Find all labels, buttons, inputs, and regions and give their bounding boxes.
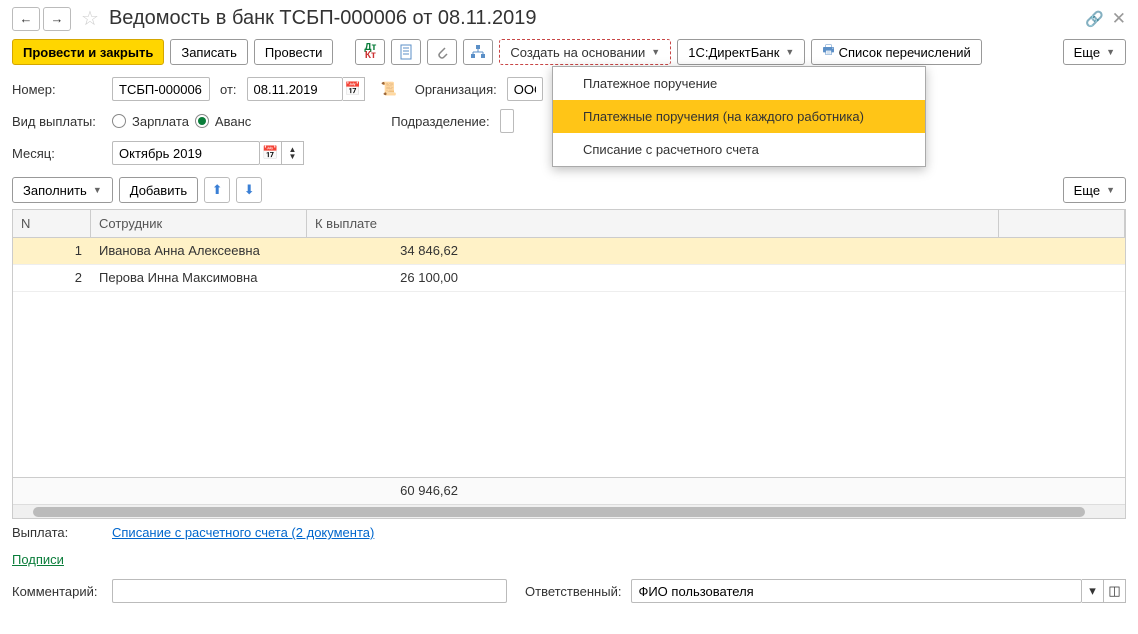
page-title: Ведомость в банк ТСБП-000006 от 08.11.20… bbox=[109, 7, 1079, 30]
scroll-icon[interactable]: 📜 bbox=[381, 81, 397, 97]
list-transfers-button[interactable]: 🖶Список перечислений bbox=[811, 39, 982, 65]
chevron-down-icon: ▼ bbox=[651, 47, 660, 57]
from-label: от: bbox=[220, 82, 237, 97]
org-input[interactable] bbox=[507, 77, 543, 101]
radio-salary-label: Зарплата bbox=[132, 114, 189, 129]
dept-input[interactable] bbox=[500, 109, 514, 133]
menu-bank-withdrawal[interactable]: Списание с расчетного счета bbox=[553, 133, 925, 166]
employees-table: N Сотрудник К выплате 1 Иванова Анна Але… bbox=[12, 209, 1126, 519]
move-up-button[interactable]: ⬆ bbox=[204, 177, 230, 203]
radio-advance[interactable] bbox=[195, 114, 209, 128]
fill-button[interactable]: Заполнить▼ bbox=[12, 177, 113, 203]
date-input[interactable] bbox=[247, 77, 343, 101]
chevron-down-icon: ▼ bbox=[1106, 185, 1115, 195]
calendar-button[interactable]: 📅 bbox=[343, 77, 365, 101]
direct-bank-button[interactable]: 1С:ДиректБанк▼ bbox=[677, 39, 805, 65]
chevron-down-icon: ▼ bbox=[1106, 47, 1115, 57]
structure-button[interactable] bbox=[463, 39, 493, 65]
more-button[interactable]: Еще▼ bbox=[1063, 39, 1126, 65]
number-input[interactable] bbox=[112, 77, 210, 101]
printer-icon: 🖶 bbox=[822, 41, 834, 63]
chevron-down-icon: ▼ bbox=[785, 47, 794, 57]
comment-input[interactable] bbox=[112, 579, 507, 603]
radio-advance-label: Аванс bbox=[215, 114, 251, 129]
col-pay[interactable]: К выплате bbox=[307, 210, 999, 237]
col-spacer bbox=[999, 210, 1125, 237]
org-label: Организация: bbox=[415, 82, 497, 97]
dept-label: Подразделение: bbox=[391, 114, 489, 129]
radio-salary[interactable] bbox=[112, 114, 126, 128]
back-button[interactable]: ← bbox=[12, 7, 40, 31]
add-button[interactable]: Добавить bbox=[119, 177, 198, 203]
forward-button[interactable]: → bbox=[43, 7, 71, 31]
chevron-down-icon: ▼ bbox=[93, 185, 102, 195]
dtkt-button[interactable]: ДтКт bbox=[355, 39, 385, 65]
close-button[interactable]: ✕ bbox=[1112, 9, 1126, 29]
responsible-label: Ответственный: bbox=[525, 584, 621, 599]
create-based-menu: Платежное поручение Платежные поручения … bbox=[552, 66, 926, 167]
number-label: Номер: bbox=[12, 82, 102, 97]
responsible-open-button[interactable]: ◫ bbox=[1104, 579, 1126, 603]
menu-payment-order[interactable]: Платежное поручение bbox=[553, 67, 925, 100]
table-row[interactable]: 2 Перова Инна Максимовна 26 100,00 bbox=[13, 265, 1125, 292]
table-more-button[interactable]: Еще▼ bbox=[1063, 177, 1126, 203]
menu-payment-orders-per-employee[interactable]: Платежные поручения (на каждого работник… bbox=[553, 100, 925, 133]
month-label: Месяц: bbox=[12, 146, 102, 161]
payout-link[interactable]: Списание с расчетного счета (2 документа… bbox=[112, 525, 374, 540]
payout-label: Выплата: bbox=[12, 525, 102, 540]
month-spinner[interactable]: ▲▼ bbox=[282, 141, 304, 165]
document-icon-button[interactable] bbox=[391, 39, 421, 65]
post-button[interactable]: Провести bbox=[254, 39, 334, 65]
comment-label: Комментарий: bbox=[12, 584, 102, 599]
signatures-link[interactable]: Подписи bbox=[12, 552, 64, 567]
responsible-dropdown-button[interactable]: ▾ bbox=[1082, 579, 1104, 603]
create-based-on-button[interactable]: Создать на основании▼ bbox=[499, 39, 671, 65]
save-button[interactable]: Записать bbox=[170, 39, 248, 65]
pay-type-label: Вид выплаты: bbox=[12, 114, 102, 129]
horizontal-scrollbar[interactable] bbox=[13, 504, 1125, 518]
attachment-button[interactable] bbox=[427, 39, 457, 65]
col-employee[interactable]: Сотрудник bbox=[91, 210, 307, 237]
favorite-icon[interactable]: ☆ bbox=[81, 6, 99, 31]
move-down-button[interactable]: ⬇ bbox=[236, 177, 262, 203]
post-and-close-button[interactable]: Провести и закрыть bbox=[12, 39, 164, 65]
month-input[interactable] bbox=[112, 141, 260, 165]
table-row[interactable]: 1 Иванова Анна Алексеевна 34 846,62 bbox=[13, 238, 1125, 265]
col-n[interactable]: N bbox=[13, 210, 91, 237]
month-calendar-button[interactable]: 📅 bbox=[260, 141, 282, 165]
link-icon[interactable]: 🔗 bbox=[1085, 10, 1104, 28]
total-pay: 60 946,62 bbox=[307, 478, 467, 504]
responsible-input[interactable] bbox=[631, 579, 1082, 603]
